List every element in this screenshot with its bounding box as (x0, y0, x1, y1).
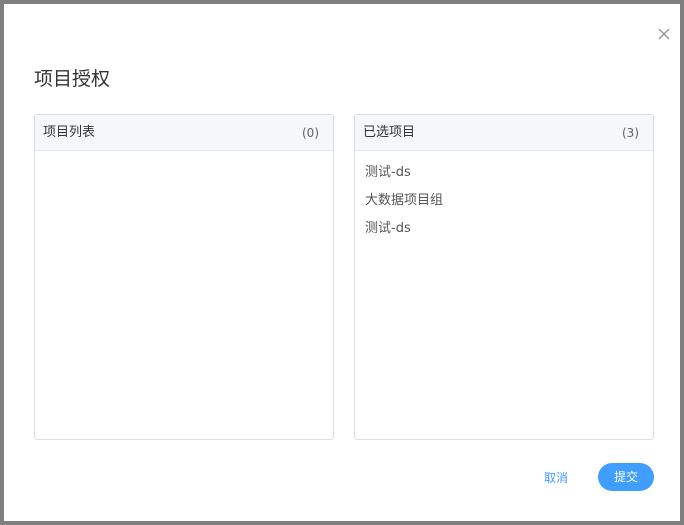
list-item[interactable]: 大数据项目组 (355, 187, 653, 215)
selected-projects-list: 测试-ds 大数据项目组 测试-ds (355, 151, 653, 243)
project-list-count: (0) (302, 126, 319, 140)
project-list (35, 151, 333, 159)
project-authorization-dialog: 项目授权 项目列表 (0) 已选项目 (3) 测试-ds 大数据项目组 测试-d… (4, 4, 680, 521)
submit-button[interactable]: 提交 (598, 463, 654, 491)
project-list-panel: 项目列表 (0) (34, 114, 334, 440)
selected-projects-header: 已选项目 (3) (355, 115, 653, 151)
cancel-button[interactable]: 取消 (528, 464, 584, 492)
selected-projects-title: 已选项目 (363, 125, 416, 140)
selected-projects-count: (3) (622, 126, 639, 140)
list-item[interactable]: 测试-ds (355, 159, 653, 187)
list-item[interactable]: 测试-ds (355, 215, 653, 243)
project-list-header: 项目列表 (0) (35, 115, 333, 151)
close-icon[interactable] (656, 26, 672, 42)
selected-projects-panel: 已选项目 (3) 测试-ds 大数据项目组 测试-ds (354, 114, 654, 440)
project-list-title: 项目列表 (43, 125, 96, 140)
dialog-title: 项目授权 (34, 68, 111, 90)
